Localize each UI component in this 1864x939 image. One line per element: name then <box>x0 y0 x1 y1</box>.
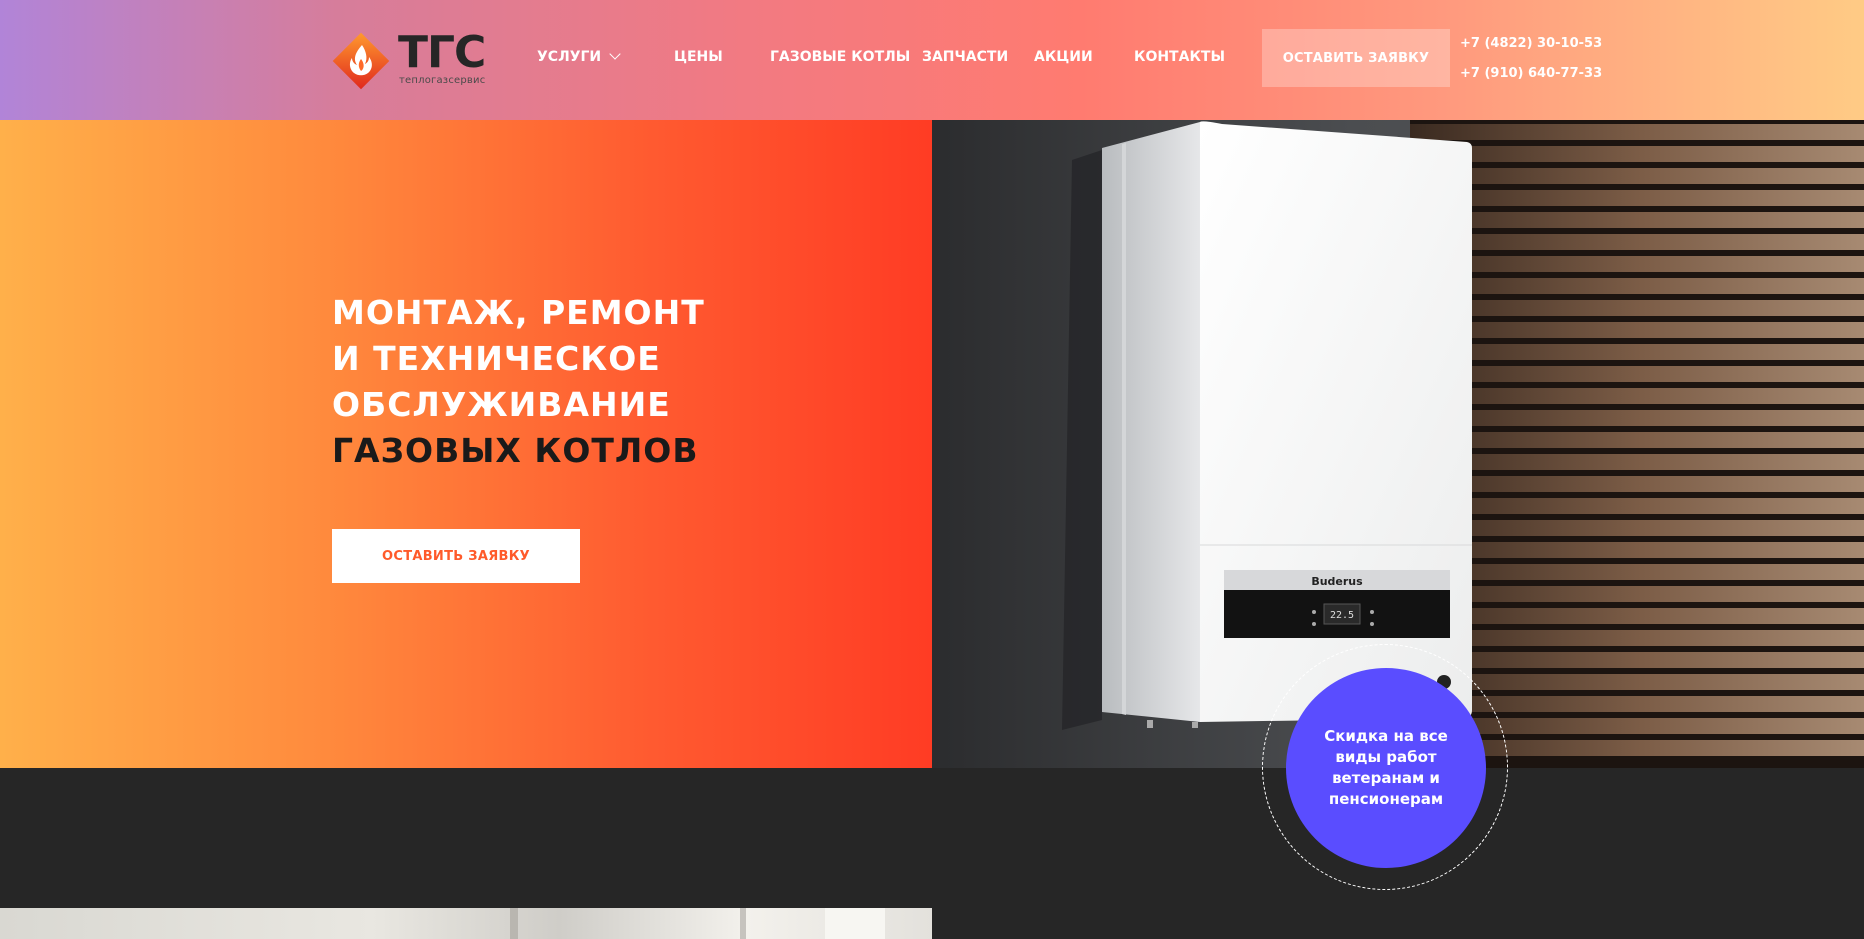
nav-item-promotions[interactable]: АКЦИИ <box>1034 48 1093 66</box>
discount-badge[interactable]: Скидка на все виды работ ветеранам и пен… <box>1286 668 1486 868</box>
logo[interactable]: ТГС теплогазсервис <box>331 27 491 91</box>
nav-item-label: УСЛУГИ <box>537 49 602 65</box>
hero-title-line: ОБСЛУЖИВАНИЕ <box>332 385 671 424</box>
phone-link-2[interactable]: +7 (910) 640-77-33 <box>1460 66 1602 82</box>
chevron-down-icon <box>609 48 621 60</box>
boiler-display-value: 22.5 <box>1330 610 1354 621</box>
nav-item-parts[interactable]: ЗАПЧАСТИ <box>922 48 1008 66</box>
hero-title-line: И ТЕХНИЧЕСКОЕ <box>332 339 661 378</box>
strip-detail <box>510 908 518 939</box>
nav-item-contacts[interactable]: КОНТАКТЫ <box>1134 48 1225 66</box>
site-header: ТГС теплогазсервис УСЛУГИ ЦЕНЫ ГАЗОВЫЕ К… <box>0 0 1864 120</box>
logo-subtitle: теплогазсервис <box>399 75 486 86</box>
hero-title-line: ГАЗОВЫХ КОТЛОВ <box>332 431 699 470</box>
nav-item-label: ГАЗОВЫЕ КОТЛЫ <box>770 49 911 65</box>
dark-band <box>0 768 1864 908</box>
discount-badge-text: Скидка на все виды работ ветеранам и пен… <box>1324 727 1448 808</box>
next-section-image-strip <box>0 908 932 939</box>
hero-request-button[interactable]: ОСТАВИТЬ ЗАЯВКУ <box>332 529 580 583</box>
nav-item-label: АКЦИИ <box>1034 49 1093 65</box>
hero-section: МОНТАЖ, РЕМОНТ И ТЕХНИЧЕСКОЕ ОБСЛУЖИВАНИ… <box>0 120 932 768</box>
phone-link-1[interactable]: +7 (4822) 30-10-53 <box>1460 36 1602 52</box>
hero-title-line: МОНТАЖ, РЕМОНТ <box>332 293 705 332</box>
logo-text: ТГС <box>398 27 486 78</box>
boiler-brand-label: Buderus <box>1311 575 1363 588</box>
header-request-button[interactable]: ОСТАВИТЬ ЗАЯВКУ <box>1262 29 1450 87</box>
nav-item-label: ЦЕНЫ <box>674 49 723 65</box>
nav-item-prices[interactable]: ЦЕНЫ <box>674 48 723 66</box>
flame-logo-icon <box>332 32 390 90</box>
nav-item-services[interactable]: УСЛУГИ <box>537 48 621 66</box>
hero-title: МОНТАЖ, РЕМОНТ И ТЕХНИЧЕСКОЕ ОБСЛУЖИВАНИ… <box>332 290 705 474</box>
strip-detail <box>740 908 746 939</box>
strip-detail <box>825 908 885 939</box>
nav-item-gas-boilers[interactable]: ГАЗОВЫЕ КОТЛЫ <box>770 48 910 66</box>
nav-item-label: КОНТАКТЫ <box>1134 49 1225 65</box>
nav-item-label: ЗАПЧАСТИ <box>922 49 1009 65</box>
